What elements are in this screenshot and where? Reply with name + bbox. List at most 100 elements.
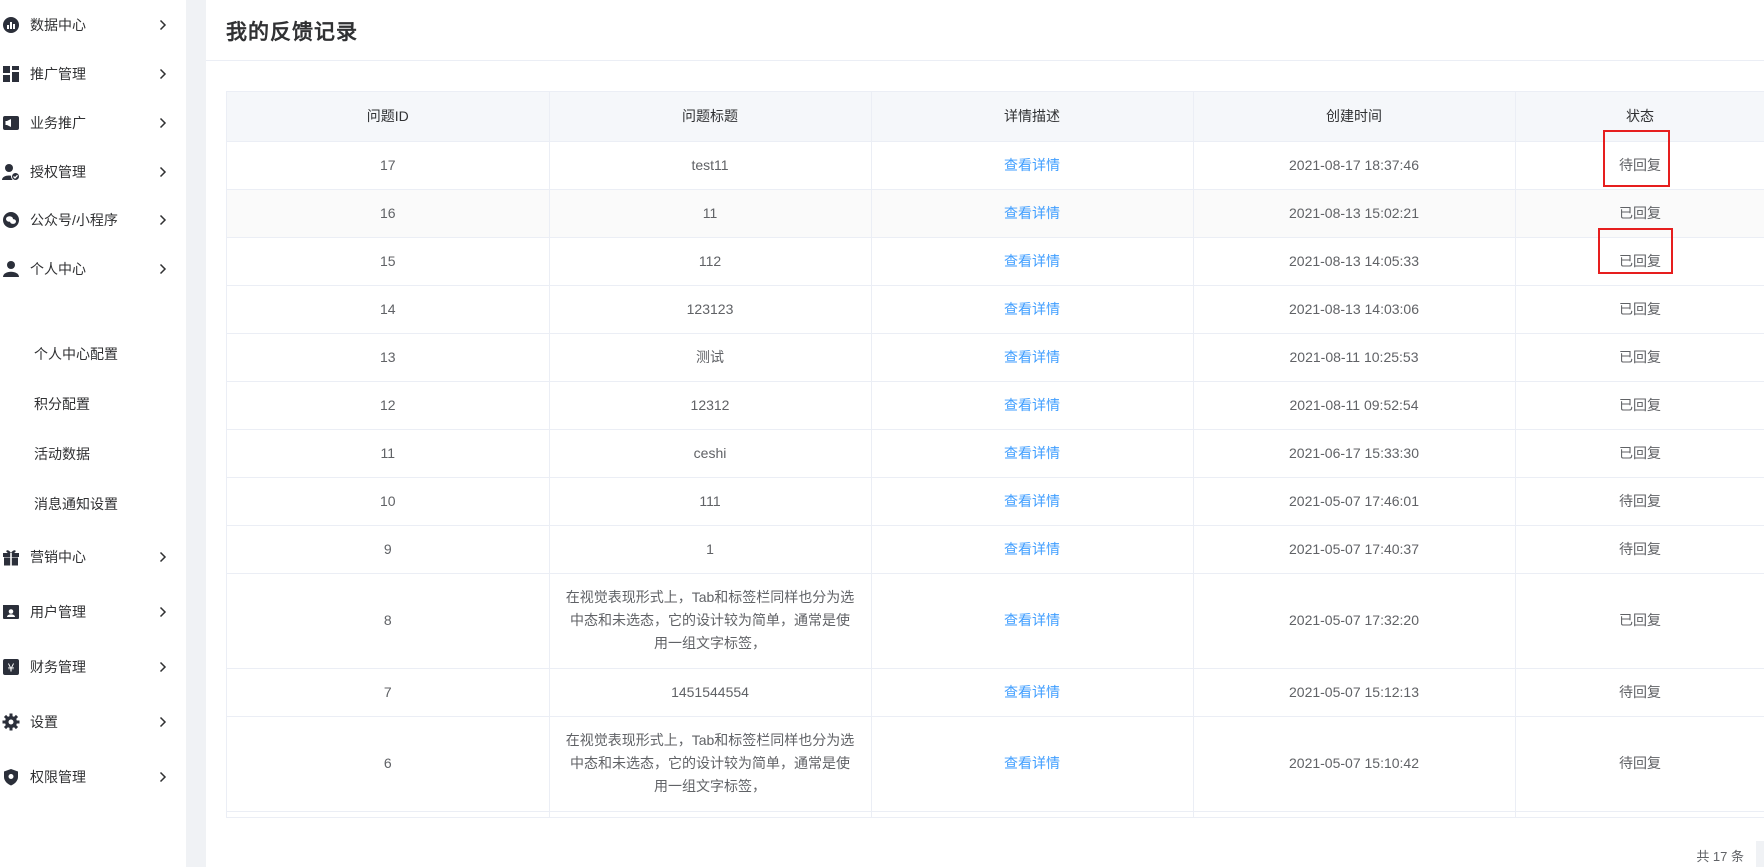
cell-title: 在视觉表现形式上，Tab和标签栏同样也分为选中态和未选态，它的设计较为简单，通常…	[549, 716, 872, 812]
cell-time: 2021-08-13 14:03:06	[1193, 285, 1516, 334]
cell-time: 2021-08-11 09:52:54	[1193, 381, 1516, 430]
chevron-right-icon	[158, 770, 168, 784]
sidebar-item-wechat[interactable]: 公众号/小程序	[0, 200, 186, 240]
cell-time: 2021-08-17 18:37:46	[1193, 141, 1516, 190]
sidebar-subitem-activity-data[interactable]: 活动数据	[0, 434, 186, 474]
table-row: 13 测试 查看详情 2021-08-11 10:25:53 已回复	[227, 333, 1764, 382]
sidebar-item-label: 业务推广	[30, 115, 86, 131]
sidebar-item-label: 设置	[30, 714, 58, 730]
status-text: 待回复	[1619, 540, 1661, 557]
sidebar-item-label: 授权管理	[30, 164, 86, 180]
table-row: 17 test11 查看详情 2021-08-17 18:37:46 待回复	[227, 129, 1764, 190]
cell-status: 待回复	[1515, 477, 1764, 526]
gear-icon	[2, 713, 20, 731]
cell-status: 待回复	[1515, 668, 1764, 717]
cell-time: 2021-05-07 17:46:01	[1193, 477, 1516, 526]
cell-id: 8	[227, 573, 550, 669]
chevron-right-icon	[158, 550, 168, 564]
view-detail-link[interactable]: 查看详情	[871, 381, 1194, 430]
sidebar-subitem-personal-config[interactable]: 个人中心配置	[0, 334, 186, 374]
table-row: 6 在视觉表现形式上，Tab和标签栏同样也分为选中态和未选态，它的设计较为简单，…	[227, 716, 1764, 812]
cell-id: 7	[227, 668, 550, 717]
megaphone-icon	[2, 114, 20, 132]
sidebar-item-personal-center[interactable]: 个人中心	[0, 249, 186, 289]
cell-id: 11	[227, 429, 550, 478]
sidebar-item-label: 权限管理	[30, 769, 86, 785]
view-detail-link[interactable]: 查看详情	[871, 668, 1194, 717]
cell-time: 2021-05-07 15:10:42	[1193, 716, 1516, 812]
page-title: 我的反馈记录	[226, 21, 358, 44]
status-text: 已回复	[1598, 227, 1673, 274]
cell-id: 17	[227, 141, 550, 190]
view-detail-link[interactable]: 查看详情	[871, 573, 1194, 669]
sidebar-item-label: 数据中心	[30, 17, 86, 33]
column-header: 问题标题	[549, 92, 872, 142]
sidebar-subitem-points-config[interactable]: 积分配置	[0, 384, 186, 424]
cell-title: 11	[549, 189, 872, 238]
view-detail-link[interactable]: 查看详情	[871, 237, 1194, 286]
main-content: 我的反馈记录 问题ID 问题标题 详情描述 创建时间 状态 17 test11 …	[206, 0, 1764, 867]
gift-icon	[2, 548, 20, 566]
id-card-icon	[2, 603, 20, 621]
view-detail-link[interactable]: 查看详情	[871, 141, 1194, 190]
sidebar-item-user-management[interactable]: 用户管理	[0, 592, 186, 632]
view-detail-link[interactable]: 查看详情	[871, 716, 1194, 812]
sidebar-item-label: 公众号/小程序	[30, 212, 118, 228]
chevron-right-icon	[158, 605, 168, 619]
view-detail-link[interactable]: 查看详情	[871, 525, 1194, 574]
sidebar-item-marketing[interactable]: 营销中心	[0, 537, 186, 577]
sidebar-item-promotion[interactable]: 推广管理	[0, 54, 186, 94]
cell-title: 在视觉表现形式上，Tab和标签栏同样也分为选中态和未选态，它的设计较为简单，通常…	[549, 573, 872, 669]
chevron-right-icon	[158, 67, 168, 81]
table-header-row: 问题ID 问题标题 详情描述 创建时间 状态	[227, 92, 1764, 142]
cell-id: 15	[227, 237, 550, 286]
sidebar-item-authorization[interactable]: 授权管理	[0, 152, 186, 192]
chevron-right-icon	[158, 715, 168, 729]
status-text: 待回复	[1619, 683, 1661, 700]
cell-id: 13	[227, 333, 550, 382]
view-detail-link[interactable]: 查看详情	[871, 477, 1194, 526]
cell-status: 已回复	[1515, 285, 1764, 334]
status-text: 已回复	[1619, 396, 1661, 413]
cell-status: 已回复	[1515, 573, 1764, 669]
sidebar-subitem-label: 消息通知设置	[34, 496, 118, 512]
table-row: 15 112 查看详情 2021-08-13 14:05:33 已回复	[227, 227, 1764, 286]
status-text: 已回复	[1619, 204, 1661, 221]
sidebar-item-settings[interactable]: 设置	[0, 702, 186, 742]
sidebar-subitem-notification-settings[interactable]: 消息通知设置	[0, 484, 186, 524]
view-detail-link[interactable]: 查看详情	[871, 285, 1194, 334]
column-header: 问题ID	[227, 92, 550, 142]
column-header: 详情描述	[871, 92, 1194, 142]
cell-status: 待回复	[1515, 716, 1764, 812]
yen-icon: ¥	[2, 658, 20, 676]
status-text: 待回复	[1619, 492, 1661, 509]
sidebar-item-business[interactable]: 业务推广	[0, 103, 186, 143]
table-row: 9 1 查看详情 2021-05-07 17:40:37 待回复	[227, 525, 1764, 574]
sidebar-item-finance[interactable]: ¥ 财务管理	[0, 647, 186, 687]
cell-title: 1451544554	[549, 668, 872, 717]
sidebar-item-permissions[interactable]: 权限管理	[0, 757, 186, 797]
cell-title: test11	[549, 141, 872, 190]
dashboard-grid-icon	[2, 65, 20, 83]
user-icon	[2, 260, 20, 278]
view-detail-link[interactable]: 查看详情	[871, 333, 1194, 382]
svg-text:¥: ¥	[8, 662, 15, 675]
table-row: 16 11 查看详情 2021-08-13 15:02:21 已回复	[227, 189, 1764, 238]
view-detail-link[interactable]: 查看详情	[871, 189, 1194, 238]
page-header: 我的反馈记录	[206, 0, 1764, 61]
cell-title: 测试	[549, 333, 872, 382]
view-detail-link[interactable]: 查看详情	[871, 429, 1194, 478]
chevron-right-icon	[158, 213, 168, 227]
scroll-corner	[1756, 841, 1764, 867]
cell-id: 16	[227, 189, 550, 238]
table-row-partial	[227, 811, 1764, 817]
sidebar-item-data-center[interactable]: 数据中心	[0, 5, 186, 45]
chevron-right-icon	[158, 262, 168, 276]
cell-title: 12312	[549, 381, 872, 430]
table-row: 8 在视觉表现形式上，Tab和标签栏同样也分为选中态和未选态，它的设计较为简单，…	[227, 573, 1764, 669]
cell-time: 2021-08-13 15:02:21	[1193, 189, 1516, 238]
cell-title: 123123	[549, 285, 872, 334]
cell-status: 已回复	[1515, 429, 1764, 478]
table-row: 14 123123 查看详情 2021-08-13 14:03:06 已回复	[227, 285, 1764, 334]
status-text: 已回复	[1619, 612, 1661, 628]
